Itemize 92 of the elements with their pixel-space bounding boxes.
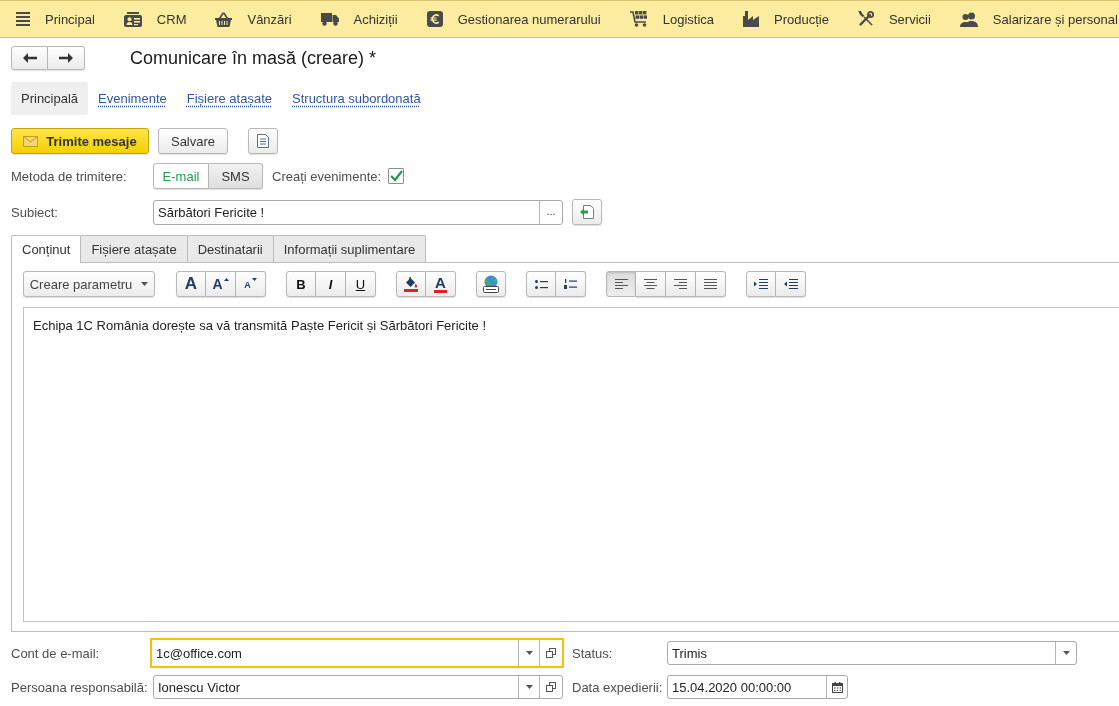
overlapping-squares-icon: [546, 682, 556, 692]
section-link[interactable]: Structura subordonată: [282, 82, 431, 115]
caret-up-icon: [223, 278, 229, 281]
forward-button[interactable]: [48, 46, 85, 70]
tab[interactable]: Destinatarii: [186, 235, 274, 262]
text-field[interactable]: Sărbători Fericite ! ...: [153, 199, 563, 225]
checkmark-icon: [389, 170, 403, 182]
align-left-icon: [614, 279, 628, 289]
overlapping-squares-icon: [546, 648, 556, 658]
choice-button[interactable]: ...: [539, 200, 562, 224]
caret-down-icon: [525, 651, 533, 655]
document-arrow-icon: [580, 205, 594, 219]
back-button[interactable]: [11, 46, 48, 70]
document-button[interactable]: [248, 128, 278, 154]
section-link[interactable]: Fișiere atașate: [176, 82, 282, 115]
globe-icon: [482, 275, 500, 293]
outdent-icon: [783, 279, 798, 289]
outdent-button[interactable]: [776, 271, 806, 297]
align-right-icon: [674, 279, 687, 289]
message-editor[interactable]: Echipa 1C România dorește sa vă transmită Paște Fericit și Sărbători Fericite !: [23, 307, 1119, 622]
bulleted-list-button[interactable]: [526, 271, 556, 297]
menu-icon: [16, 12, 30, 26]
field-label: Persoana responsabilă:: [11, 679, 149, 695]
basket-icon: [215, 11, 233, 27]
envelope-icon: [23, 135, 39, 147]
bold-button[interactable]: B: [286, 271, 316, 297]
arrow-left-icon: [22, 53, 37, 63]
truck-icon: [320, 12, 339, 26]
euro-icon: [426, 11, 443, 27]
menu-section[interactable]: Achiziții: [320, 4, 398, 34]
shrink-font-button[interactable]: A: [236, 271, 266, 297]
section-tab[interactable]: Principală: [11, 82, 89, 115]
bulleted-list-icon: [534, 279, 548, 289]
caret-down-icon: [1062, 651, 1070, 655]
date-field[interactable]: 15.04.2020 00:00:00: [667, 675, 848, 699]
tab[interactable]: Informații suplimentare: [272, 235, 427, 262]
save-button[interactable]: Salvare: [158, 128, 228, 154]
cart-icon: [629, 11, 648, 27]
caret-down-icon: [251, 278, 257, 281]
menu-section[interactable]: Vânzări: [215, 4, 292, 34]
indent-button[interactable]: [746, 271, 776, 297]
caret-down-icon: [141, 282, 149, 286]
caret-down-icon: [525, 685, 533, 689]
paint-bucket-icon: [404, 276, 418, 292]
calendar-icon: [831, 681, 843, 693]
field-label: Status:: [571, 645, 614, 661]
numbered-list-icon: [564, 279, 577, 289]
contact-card-icon: [123, 11, 142, 27]
menu-section[interactable]: Servicii: [857, 4, 931, 34]
italic-button[interactable]: I: [316, 271, 346, 297]
field-label: Metoda de trimitere:: [11, 168, 128, 184]
align-left-button[interactable]: [606, 271, 636, 297]
combo-field[interactable]: 1c@office.com: [150, 638, 564, 668]
form-title: Comunicare în masă (creare) *: [130, 47, 377, 69]
menu-section[interactable]: CRM: [123, 4, 187, 34]
tools-icon: [857, 11, 874, 27]
template-button[interactable]: [572, 199, 602, 225]
segment-option[interactable]: SMS: [209, 163, 263, 189]
indent-icon: [754, 279, 768, 289]
underline-button[interactable]: U: [346, 271, 376, 297]
tab[interactable]: Conținut: [11, 235, 82, 263]
numbered-list-button[interactable]: [556, 271, 586, 297]
justify-button[interactable]: [696, 271, 726, 297]
font-button[interactable]: A: [176, 271, 206, 297]
field-label: Cont de e-mail:: [11, 645, 101, 661]
field-label: Subiect:: [11, 204, 59, 220]
people-icon: [959, 11, 978, 27]
select-field[interactable]: Trimis: [667, 641, 1077, 665]
document-icon: [257, 134, 269, 148]
tab[interactable]: Fișiere atașate: [80, 235, 188, 262]
combo-field[interactable]: Ionescu Victor: [153, 675, 563, 699]
justify-icon: [704, 279, 717, 289]
arrow-right-icon: [59, 53, 73, 63]
section-link[interactable]: Evenimente: [88, 82, 177, 115]
menu-section[interactable]: Salarizare și personal: [959, 4, 1118, 34]
align-right-button[interactable]: [666, 271, 696, 297]
factory-icon: [743, 11, 759, 27]
field-label: Data expedierii:: [571, 679, 664, 695]
align-center-button[interactable]: [636, 271, 666, 297]
insert-image-button[interactable]: [476, 271, 506, 297]
checkbox[interactable]: [388, 168, 405, 184]
field-label: Creați evenimente:: [272, 168, 382, 184]
font-color-button[interactable]: A: [426, 271, 456, 297]
menu-section[interactable]: Gestionarea numerarului: [426, 4, 601, 34]
menu-section[interactable]: Producție: [743, 4, 829, 34]
fill-color-button[interactable]: [396, 271, 426, 297]
menu-section[interactable]: Principal: [16, 4, 95, 34]
grow-font-button[interactable]: A: [206, 271, 236, 297]
parameter-button[interactable]: Creare parametru: [23, 271, 155, 297]
align-center-icon: [644, 279, 657, 289]
send-button[interactable]: Trimite mesaje: [11, 128, 149, 154]
menu-section[interactable]: Logistica: [629, 4, 714, 34]
